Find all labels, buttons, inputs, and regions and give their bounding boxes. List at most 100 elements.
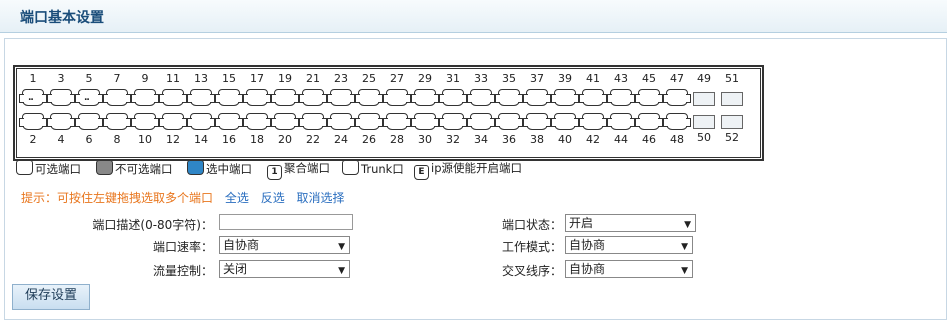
port-44-icon[interactable]	[607, 113, 635, 130]
port-5-icon[interactable]: ..	[75, 89, 103, 106]
port-25-icon[interactable]	[355, 89, 383, 106]
port-16-icon[interactable]	[215, 113, 243, 130]
port-40-icon[interactable]	[551, 113, 579, 130]
port-7-icon[interactable]	[103, 89, 131, 106]
port-38-icon[interactable]	[523, 113, 551, 130]
legend-selectable: 可选端口	[16, 160, 81, 177]
port-number-label: 40	[558, 133, 572, 146]
legend-ipsource: Eip源使能开启端口	[414, 160, 522, 180]
port-17-icon[interactable]	[243, 89, 271, 106]
port-number-label: 41	[586, 72, 600, 85]
port-31-icon[interactable]	[439, 89, 467, 106]
port-29-icon[interactable]	[411, 89, 439, 106]
port-27-icon[interactable]	[383, 89, 411, 106]
port-33-icon[interactable]	[467, 89, 495, 106]
port-21-icon[interactable]	[299, 89, 327, 106]
legend-selected-label: 选中端口	[206, 162, 252, 176]
port-number-label: 42	[586, 133, 600, 146]
port-20-icon[interactable]	[271, 113, 299, 130]
fiber-port-50[interactable]	[693, 115, 715, 129]
port-37-icon[interactable]	[523, 89, 551, 106]
port-12-icon[interactable]	[159, 113, 187, 130]
port-46-icon[interactable]	[635, 113, 663, 130]
invert-selection-link[interactable]: 反选	[261, 191, 285, 205]
port-panel: 1.. 3 5.. 7 9 11 13 15 17 19 21 23 25 27 29 31 33 35 37 39 4…	[13, 65, 764, 161]
port-4-icon[interactable]	[47, 113, 75, 130]
port-number-label: 22	[306, 133, 320, 146]
port-desc-input[interactable]	[219, 214, 353, 230]
port-23-icon[interactable]	[327, 89, 355, 106]
port-26-icon[interactable]	[355, 113, 383, 130]
port-14-icon[interactable]	[187, 113, 215, 130]
port-desc-label: 端口描述(0-80字符)：	[92, 218, 213, 232]
port-28-icon[interactable]	[383, 113, 411, 130]
port-8-icon[interactable]	[103, 113, 131, 130]
page-header: 端口基本设置	[0, 0, 947, 33]
port-15-icon[interactable]	[215, 89, 243, 106]
legend-selected: 选中端口	[187, 160, 252, 177]
port-3-icon[interactable]	[47, 89, 75, 106]
port-number-label: 36	[502, 133, 516, 146]
port-speed-select[interactable]: 自协商 ▼	[219, 236, 350, 254]
legend-ipsource-label: ip源使能开启端口	[431, 161, 522, 175]
port-41-icon[interactable]	[579, 89, 607, 106]
port-45-icon[interactable]	[635, 89, 663, 106]
port-47-icon[interactable]	[663, 89, 691, 106]
port-state-select[interactable]: 开启 ▼	[565, 214, 696, 232]
flow-control-label: 流量控制：	[152, 264, 213, 278]
legend-aggregate: 1 聚合端口	[267, 160, 330, 180]
port-42-icon[interactable]	[579, 113, 607, 130]
port-32-icon[interactable]	[439, 113, 467, 130]
port-10-icon[interactable]	[131, 113, 159, 130]
save-button[interactable]: 保存设置	[12, 284, 90, 310]
port-19-icon[interactable]	[271, 89, 299, 106]
port-48-icon[interactable]	[663, 113, 691, 130]
port-number-label: 46	[642, 133, 656, 146]
port-number-label: 38	[530, 133, 544, 146]
port-number-label: 11	[166, 72, 180, 85]
port-24-icon[interactable]	[327, 113, 355, 130]
port-9-icon[interactable]	[131, 89, 159, 106]
port-speed-label: 端口速率：	[152, 240, 213, 254]
port-39-icon[interactable]	[551, 89, 579, 106]
port-number-label: 25	[362, 72, 376, 85]
port-18-icon[interactable]	[243, 113, 271, 130]
port-number-label: 20	[278, 133, 292, 146]
port-2-icon[interactable]	[19, 113, 47, 130]
port-number-label: 15	[222, 72, 236, 85]
cancel-selection-link[interactable]: 取消选择	[297, 191, 345, 205]
fiber-port-number-label: 51	[725, 72, 739, 85]
legend-trunk-label: Trunk口	[361, 162, 404, 176]
port-status-dots: ..	[28, 93, 34, 103]
port-number-label: 34	[474, 133, 488, 146]
port-number-label: 31	[446, 72, 460, 85]
port-number-label: 45	[642, 72, 656, 85]
port-number-label: 7	[113, 72, 121, 85]
port-35-icon[interactable]	[495, 89, 523, 106]
port-1-icon[interactable]: ..	[19, 89, 47, 106]
port-43-icon[interactable]	[607, 89, 635, 106]
cross-wire-select[interactable]: 自协商 ▼	[565, 260, 693, 278]
legend-trunk: Trunk口	[342, 160, 404, 177]
flow-control-value: 关闭	[223, 262, 248, 276]
port-number-label: 37	[530, 72, 544, 85]
port-11-icon[interactable]	[159, 89, 187, 106]
port-number-label: 44	[614, 133, 628, 146]
port-22-icon[interactable]	[299, 113, 327, 130]
port-6-icon[interactable]	[75, 113, 103, 130]
legend-unselectable: 不可选端口	[96, 160, 173, 177]
fiber-port-52[interactable]	[721, 115, 743, 129]
flow-control-select[interactable]: 关闭 ▼	[219, 260, 350, 278]
port-36-icon[interactable]	[495, 113, 523, 130]
fiber-port-51[interactable]	[721, 92, 743, 106]
select-all-link[interactable]: 全选	[225, 191, 249, 205]
port-speed-value: 自协商	[223, 238, 260, 252]
port-30-icon[interactable]	[411, 113, 439, 130]
port-number-label: 33	[474, 72, 488, 85]
port-34-icon[interactable]	[467, 113, 495, 130]
port-number-label: 18	[250, 133, 264, 146]
fiber-port-49[interactable]	[693, 92, 715, 106]
work-mode-select[interactable]: 自协商 ▼	[565, 236, 693, 254]
port-13-icon[interactable]	[187, 89, 215, 106]
port-number-label: 10	[138, 133, 152, 146]
